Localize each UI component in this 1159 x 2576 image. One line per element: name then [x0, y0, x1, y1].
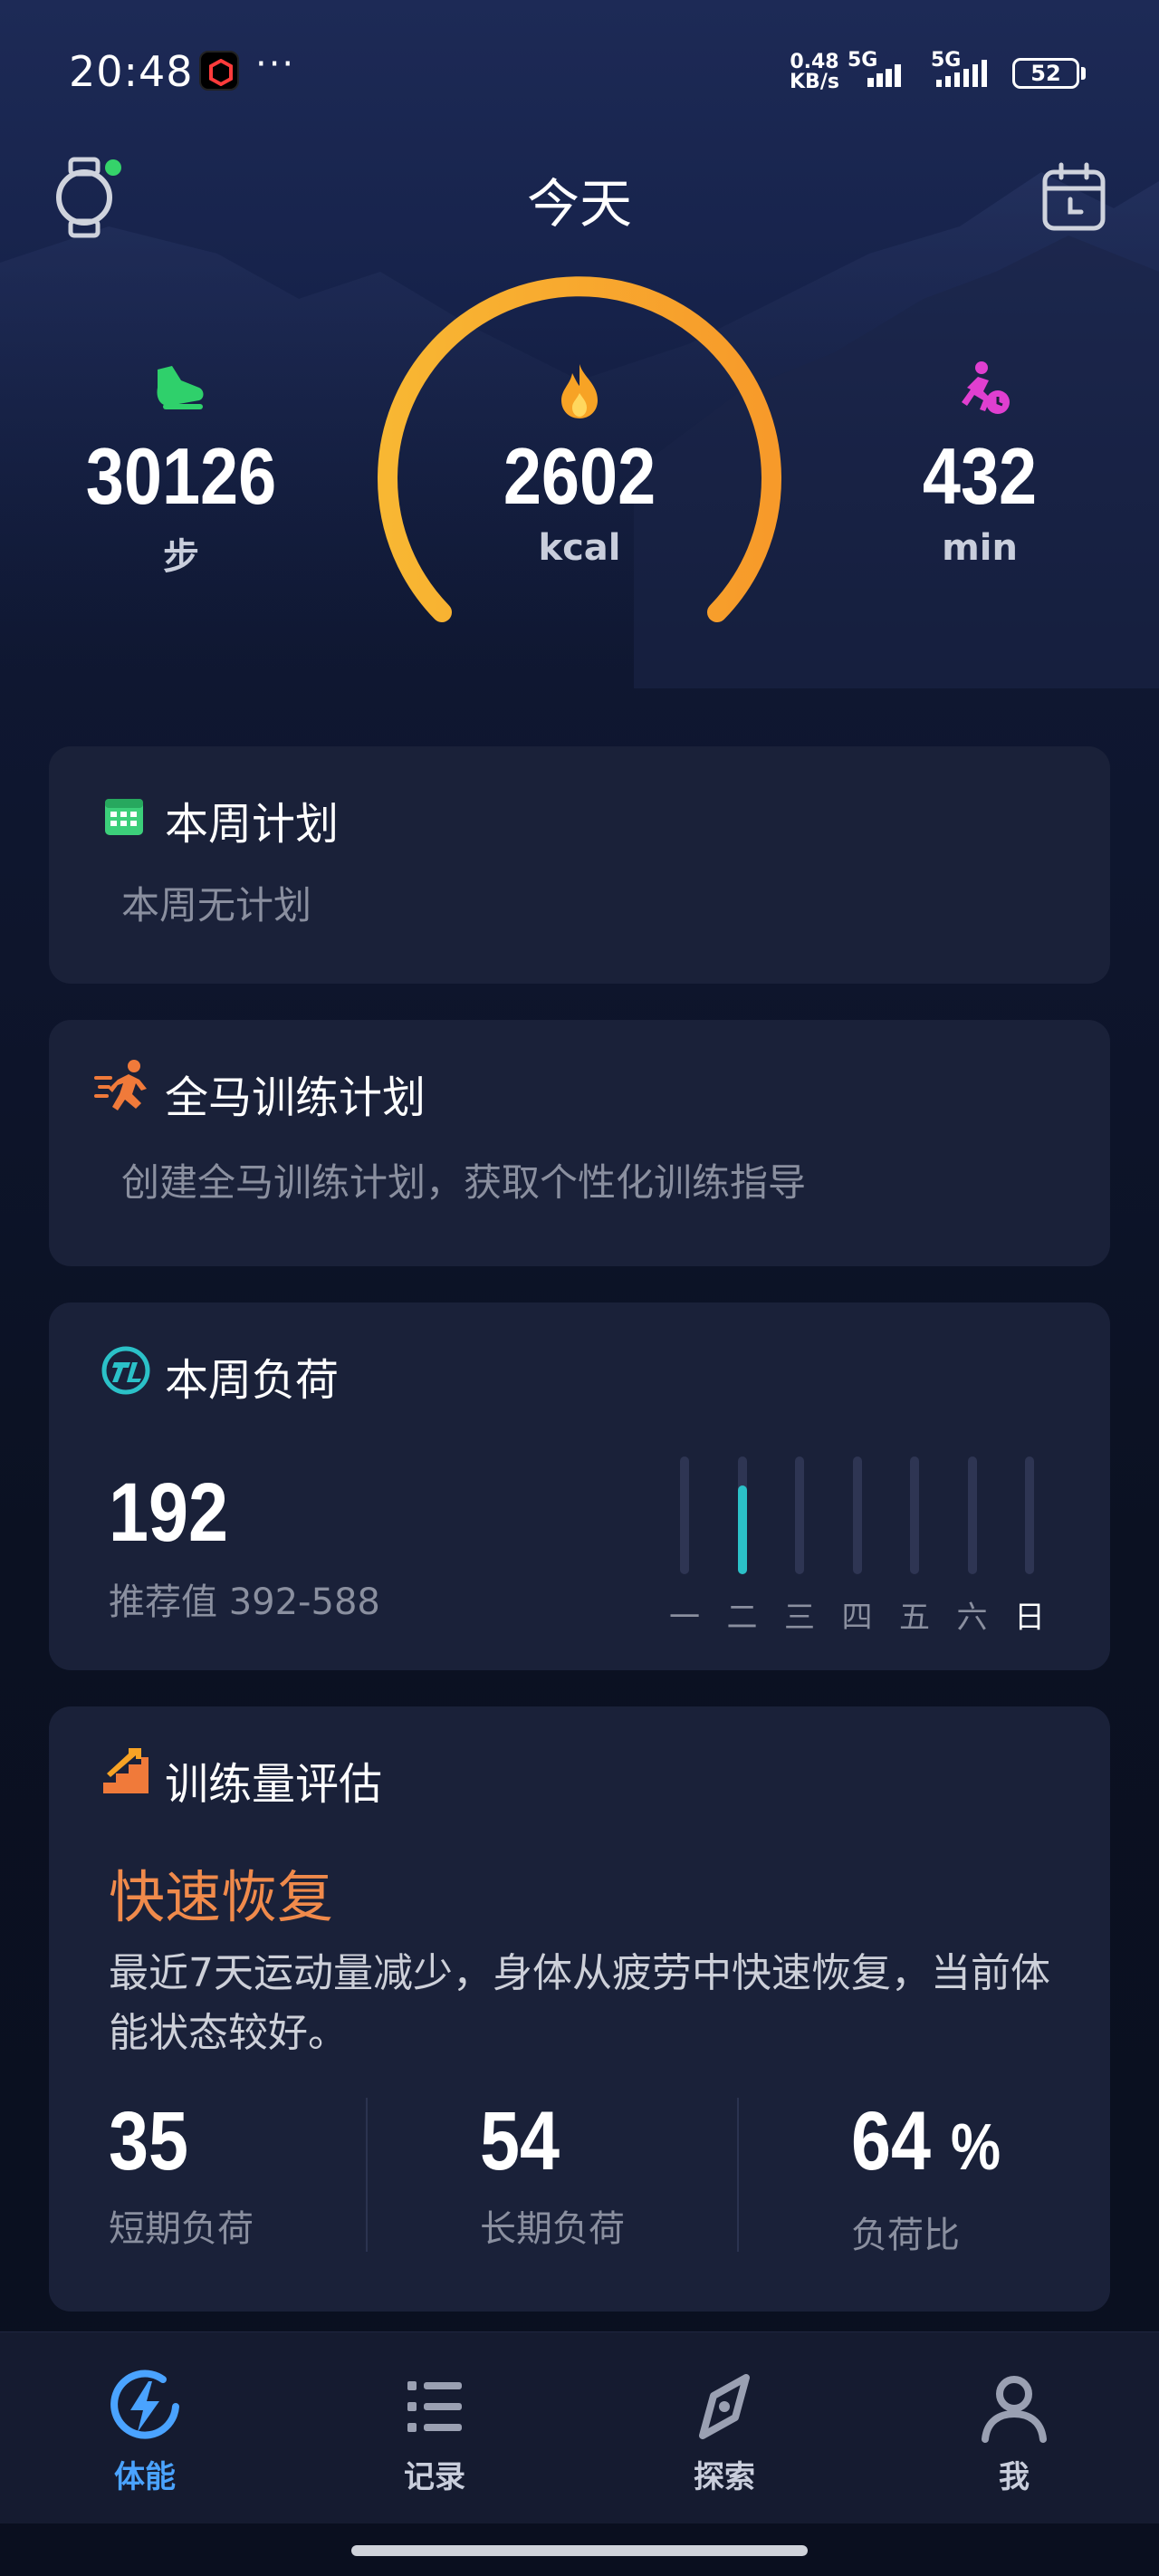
metric-divider-2 — [737, 2098, 739, 2252]
weekly-plan-subtitle: 本周无计划 — [121, 883, 312, 928]
stairs-trend-icon — [103, 1748, 148, 1793]
weekly-plan-title: 本周计划 — [165, 799, 340, 850]
day-bar-2 — [737, 1456, 747, 1574]
short-term-load-label: 短期负荷 — [109, 2208, 254, 2250]
signal-strength-icon: 5G — [848, 51, 925, 87]
battery-level: 52 — [1030, 61, 1061, 86]
tab-records[interactable]: 记录 — [362, 2369, 507, 2496]
load-ratio-label: 负荷比 — [851, 2215, 960, 2256]
weekly-load-value: 192 — [109, 1466, 229, 1559]
training-load-icon — [101, 1346, 150, 1395]
tab-explore-label: 探索 — [694, 2459, 755, 2495]
day-label-3: 三 — [784, 1600, 815, 1636]
marathon-plan-title: 全马训练计划 — [165, 1072, 426, 1123]
list-icon — [407, 2381, 462, 2432]
load-ratio-value-row: 64 % — [851, 2096, 1116, 2193]
calendar-grid-icon — [105, 799, 143, 835]
more-notifications-icon: ··· — [255, 43, 296, 85]
active-time-value: 432 — [922, 431, 1038, 521]
calendar-icon — [1042, 162, 1106, 231]
weekly-load-day-bars: 一二三四五六日 — [666, 1456, 1083, 1638]
network-speed-value: 0.48 — [790, 51, 839, 73]
network-speed: 0.48 KB/s — [790, 53, 839, 92]
weekly-load-recommended: 推荐值 392-588 — [109, 1581, 380, 1623]
assessment-description: 最近7天运动量减少，身体从疲劳中快速恢复，当前体能状态较好。 — [109, 1950, 1050, 2056]
weekly-plan-card[interactable]: 本周计划 本周无计划 — [49, 746, 1110, 984]
runner-icon — [94, 1060, 147, 1110]
day-label-6: 六 — [956, 1600, 988, 1636]
status-time: 20:48 — [69, 47, 194, 96]
day-label-2: 二 — [726, 1600, 758, 1636]
long-term-load-metric: 54 长期负荷 — [480, 2096, 788, 2252]
bolt-icon — [110, 2369, 179, 2439]
tab-fitness-label: 体能 — [114, 2459, 176, 2495]
tab-explore[interactable]: 探索 — [652, 2369, 797, 2496]
load-ratio-value: 64 — [851, 2095, 932, 2187]
tab-fitness[interactable]: 体能 — [72, 2369, 217, 2496]
bottom-tab-bar: 体能 记录 探索 我 — [0, 2331, 1159, 2523]
battery-tip — [1081, 67, 1086, 80]
person-icon — [982, 2376, 1047, 2443]
short-term-load-metric: 35 短期负荷 — [109, 2096, 417, 2252]
status-bar: 20:48 ··· 0.48 KB/s 5G 5G 52 — [0, 0, 1159, 145]
shoe-icon — [150, 360, 208, 418]
calories-unit: kcal — [538, 527, 621, 569]
tab-records-label: 记录 — [404, 2459, 465, 2495]
training-assessment-card[interactable]: 训练量评估 快速恢复 最近7天运动量减少，身体从疲劳中快速恢复，当前体能状态较好… — [49, 1706, 1110, 2312]
day-bar-fill — [737, 1485, 747, 1574]
load-ratio-metric: 64 % 负荷比 — [851, 2096, 1159, 2258]
home-indicator[interactable] — [351, 2545, 808, 2556]
day-bar-4 — [852, 1456, 862, 1574]
day-label-4: 四 — [841, 1600, 873, 1636]
active-time-stat: 432 min — [853, 431, 1106, 569]
active-time-icon — [954, 360, 1012, 422]
weekly-load-card[interactable]: 本周负荷 192 推荐值 392-588 一二三四五六日 — [49, 1302, 1110, 1670]
app-notification-icon — [199, 51, 239, 91]
calories-value: 2602 — [503, 431, 656, 521]
tab-me-label: 我 — [999, 2459, 1030, 2495]
steps-value: 30126 — [85, 431, 277, 521]
day-bar-7 — [1025, 1456, 1034, 1574]
compass-icon — [699, 2374, 750, 2439]
day-label-5: 五 — [899, 1600, 930, 1636]
long-term-load-value: 54 — [480, 2095, 560, 2187]
calories-stat: 2602 kcal — [453, 431, 706, 569]
assessment-state: 快速恢复 — [109, 1864, 334, 1930]
day-bar-5 — [910, 1456, 919, 1574]
tab-me[interactable]: 我 — [942, 2369, 1087, 2496]
app-screen: 20:48 ··· 0.48 KB/s 5G 5G 52 今天 30126 步 … — [0, 0, 1159, 2576]
day-label-7: 日 — [1014, 1600, 1045, 1636]
calendar-button[interactable] — [1041, 161, 1106, 232]
signal-strength-icon-2: 5G — [931, 51, 1005, 87]
training-assessment-title: 训练量评估 — [165, 1759, 383, 1810]
network-speed-unit: KB/s — [790, 71, 839, 93]
day-label-1: 一 — [669, 1600, 700, 1636]
weekly-load-title: 本周负荷 — [165, 1355, 340, 1406]
short-term-load-value: 35 — [109, 2095, 189, 2187]
marathon-plan-subtitle: 创建全马训练计划，获取个性化训练指导 — [121, 1160, 807, 1205]
steps-stat: 30126 步 — [54, 431, 308, 580]
day-bar-1 — [680, 1456, 689, 1574]
marathon-plan-card[interactable]: 全马训练计划 创建全马训练计划，获取个性化训练指导 — [49, 1020, 1110, 1266]
steps-unit: 步 — [163, 536, 199, 578]
load-ratio-suffix: % — [950, 2111, 1001, 2184]
active-time-unit: min — [942, 527, 1018, 569]
day-bar-6 — [967, 1456, 977, 1574]
metric-divider — [366, 2098, 368, 2252]
day-bar-3 — [795, 1456, 804, 1574]
flame-icon — [556, 362, 603, 424]
battery-icon: 52 — [1012, 58, 1079, 89]
long-term-load-label: 长期负荷 — [480, 2208, 625, 2250]
page-title: 今天 — [526, 173, 632, 235]
